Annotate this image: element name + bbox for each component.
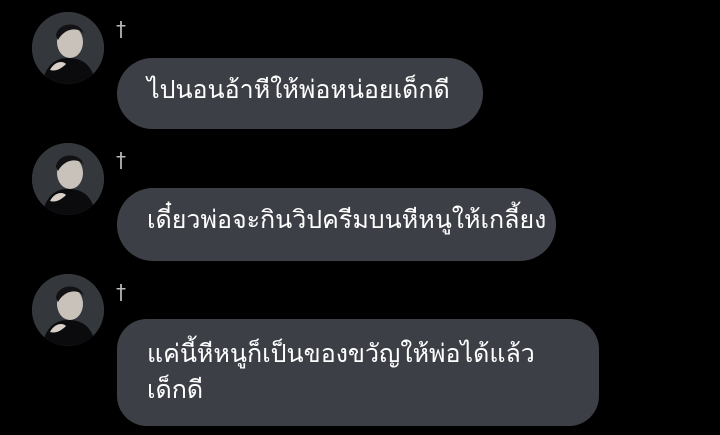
sender-avatar[interactable]: [32, 143, 104, 215]
sender-avatar[interactable]: [32, 274, 104, 346]
sender-name: †: [116, 17, 126, 41]
sender-name: †: [116, 280, 126, 304]
profile-photo-icon: [32, 12, 104, 84]
message-text: ไปนอนอ้าหีให้พ่อหน่อยเด็กดี: [147, 75, 450, 104]
message-text-line: แค่นี้หีหนูก็เป็นของขวัญให้พ่อได้แล้ว: [147, 339, 535, 368]
profile-photo-icon: [32, 143, 104, 215]
sender-avatar[interactable]: [32, 12, 104, 84]
profile-photo-icon: [32, 274, 104, 346]
message-bubble[interactable]: แค่นี้หีหนูก็เป็นของขวัญให้พ่อได้แล้ว เด…: [117, 319, 599, 426]
chat-thread: † ไปนอนอ้าหีให้พ่อหน่อยเด็กดี † เดี๋ยวพ่…: [0, 0, 720, 435]
message-bubble[interactable]: ไปนอนอ้าหีให้พ่อหน่อยเด็กดี: [117, 58, 483, 129]
message-text: เดี๋ยวพ่อจะกินวิปครีมบนหีหนูให้เกลี้ยง: [147, 205, 547, 234]
message-text-line: เด็กดี: [147, 375, 204, 404]
sender-name: †: [116, 148, 126, 172]
message-bubble[interactable]: เดี๋ยวพ่อจะกินวิปครีมบนหีหนูให้เกลี้ยง: [117, 188, 556, 261]
